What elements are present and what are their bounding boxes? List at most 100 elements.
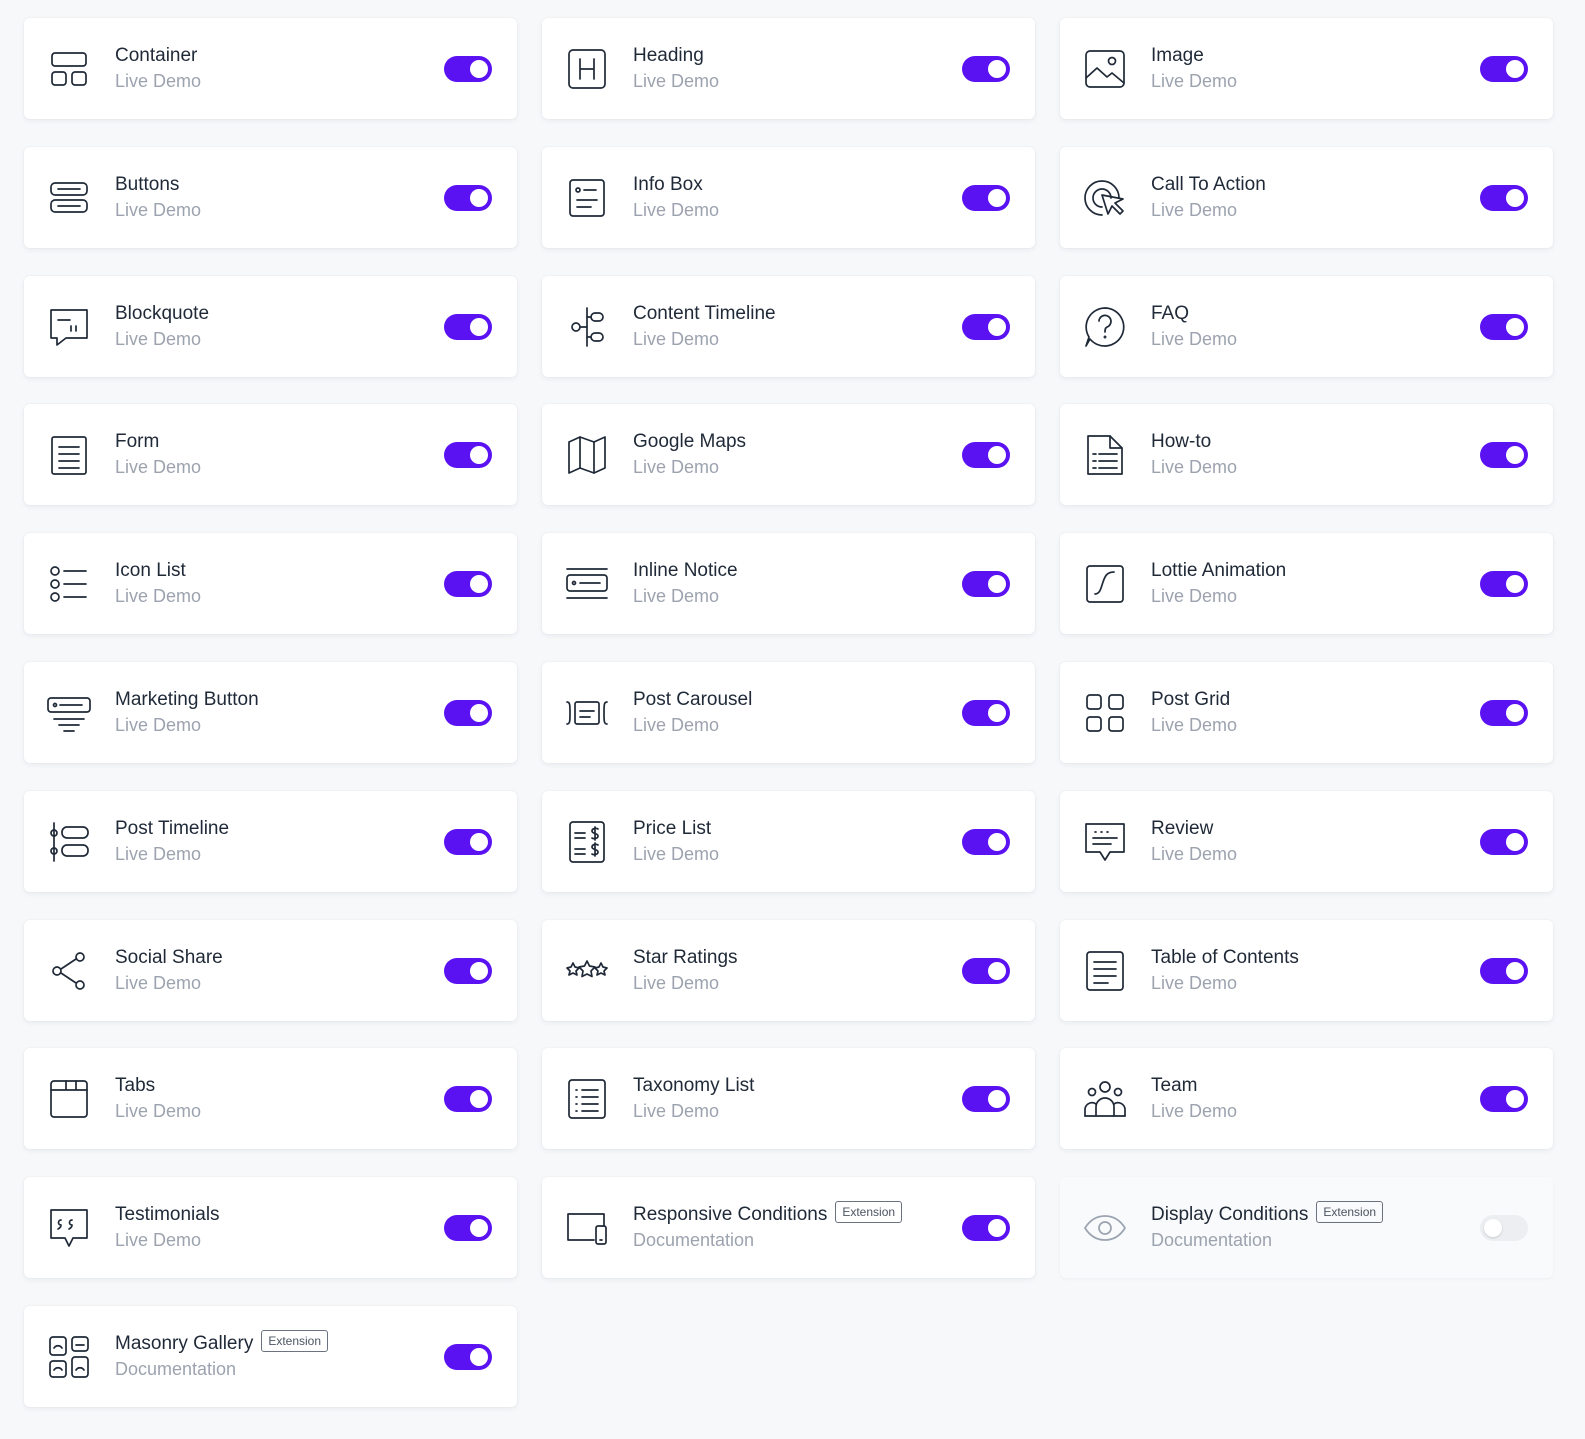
enable-toggle-form[interactable]	[444, 442, 492, 468]
enable-toggle-price-list[interactable]	[962, 829, 1010, 855]
enable-toggle-taxonomy-list[interactable]	[962, 1086, 1010, 1112]
enable-toggle-content-timeline[interactable]	[962, 314, 1010, 340]
widget-card-call-to-action: Call To Action Live Demo	[1060, 147, 1553, 248]
enable-toggle-container[interactable]	[444, 56, 492, 82]
live-demo-link[interactable]: Live Demo	[633, 844, 719, 865]
toggle-knob	[1484, 1219, 1502, 1237]
widget-title: Post Grid	[1151, 689, 1231, 710]
enable-toggle-heading[interactable]	[962, 56, 1010, 82]
enable-toggle-google-maps[interactable]	[962, 442, 1010, 468]
enable-toggle-faq[interactable]	[1480, 314, 1528, 340]
live-demo-link[interactable]: Live Demo	[115, 844, 201, 865]
container-icon	[46, 46, 92, 92]
widget-title-row: Post Timeline	[115, 817, 229, 841]
testimonials-icon	[46, 1205, 92, 1251]
widget-title: Image	[1151, 45, 1204, 66]
enable-toggle-team[interactable]	[1480, 1086, 1528, 1112]
live-demo-link[interactable]: Live Demo	[633, 329, 719, 350]
live-demo-link[interactable]: Live Demo	[633, 715, 719, 736]
live-demo-link[interactable]: Live Demo	[1151, 586, 1237, 607]
widget-title-row: Call To Action	[1151, 173, 1266, 197]
toggle-knob	[988, 446, 1006, 464]
enable-toggle-icon-list[interactable]	[444, 571, 492, 597]
live-demo-link[interactable]: Live Demo	[1151, 1101, 1237, 1122]
widget-title: Social Share	[115, 947, 223, 968]
enable-toggle-call-to-action[interactable]	[1480, 185, 1528, 211]
widget-title: Heading	[633, 45, 704, 66]
enable-toggle-social-share[interactable]	[444, 958, 492, 984]
toggle-knob	[470, 575, 488, 593]
live-demo-link[interactable]: Live Demo	[1151, 329, 1237, 350]
live-demo-link[interactable]: Live Demo	[633, 457, 719, 478]
enable-toggle-buttons[interactable]	[444, 185, 492, 211]
live-demo-link[interactable]: Live Demo	[1151, 457, 1237, 478]
widget-title: Tabs	[115, 1075, 156, 1096]
enable-toggle-review[interactable]	[1480, 829, 1528, 855]
extension-badge: Extension	[1316, 1201, 1384, 1223]
live-demo-link[interactable]: Live Demo	[1151, 973, 1237, 994]
enable-toggle-lottie-animation[interactable]	[1480, 571, 1528, 597]
live-demo-link[interactable]: Live Demo	[1151, 71, 1237, 92]
enable-toggle-star-ratings[interactable]	[962, 958, 1010, 984]
widget-title: Testimonials	[115, 1204, 220, 1225]
enable-toggle-inline-notice[interactable]	[962, 571, 1010, 597]
widget-card-post-carousel: Post Carousel Live Demo	[542, 662, 1035, 763]
widget-card-content-timeline: Content Timeline Live Demo	[542, 276, 1035, 377]
live-demo-link[interactable]: Live Demo	[115, 586, 201, 607]
live-demo-link[interactable]: Live Demo	[633, 586, 719, 607]
documentation-link[interactable]: Documentation	[115, 1359, 236, 1380]
toggle-knob	[988, 575, 1006, 593]
widget-title: Container	[115, 45, 198, 66]
toggle-knob	[1506, 189, 1524, 207]
widget-title-row: Review	[1151, 817, 1213, 841]
live-demo-link[interactable]: Live Demo	[115, 1101, 201, 1122]
toggle-knob	[988, 318, 1006, 336]
enable-toggle-image[interactable]	[1480, 56, 1528, 82]
live-demo-link[interactable]: Live Demo	[115, 715, 201, 736]
widget-card-info-box: Info Box Live Demo	[542, 147, 1035, 248]
live-demo-link[interactable]: Live Demo	[633, 1101, 719, 1122]
toggle-knob	[470, 1348, 488, 1366]
enable-toggle-post-timeline[interactable]	[444, 829, 492, 855]
widget-title-row: Tabs	[115, 1074, 155, 1098]
enable-toggle-blockquote[interactable]	[444, 314, 492, 340]
widget-card-blockquote: Blockquote Live Demo	[24, 276, 517, 377]
widget-card-lottie-animation: Lottie Animation Live Demo	[1060, 533, 1553, 634]
enable-toggle-testimonials[interactable]	[444, 1215, 492, 1241]
documentation-link[interactable]: Documentation	[633, 1230, 754, 1251]
documentation-link[interactable]: Documentation	[1151, 1230, 1272, 1251]
live-demo-link[interactable]: Live Demo	[1151, 200, 1237, 221]
enable-toggle-masonry-gallery[interactable]	[444, 1344, 492, 1370]
widget-title-row: FAQ	[1151, 302, 1189, 326]
live-demo-link[interactable]: Live Demo	[115, 329, 201, 350]
widget-card-marketing-button: Marketing Button Live Demo	[24, 662, 517, 763]
live-demo-link[interactable]: Live Demo	[115, 457, 201, 478]
widget-title: Lottie Animation	[1151, 560, 1287, 581]
enable-toggle-display-conditions[interactable]	[1480, 1215, 1528, 1241]
enable-toggle-tabs[interactable]	[444, 1086, 492, 1112]
enable-toggle-responsive-conditions[interactable]	[962, 1215, 1010, 1241]
enable-toggle-info-box[interactable]	[962, 185, 1010, 211]
content-timeline-icon	[564, 304, 610, 350]
live-demo-link[interactable]: Live Demo	[115, 1230, 201, 1251]
live-demo-link[interactable]: Live Demo	[633, 71, 719, 92]
live-demo-link[interactable]: Live Demo	[115, 973, 201, 994]
live-demo-link[interactable]: Live Demo	[633, 973, 719, 994]
live-demo-link[interactable]: Live Demo	[1151, 715, 1237, 736]
enable-toggle-post-grid[interactable]	[1480, 700, 1528, 726]
widget-card-display-conditions: Display Conditions Extension Documentation	[1060, 1177, 1553, 1278]
enable-toggle-how-to[interactable]	[1480, 442, 1528, 468]
live-demo-link[interactable]: Live Demo	[633, 200, 719, 221]
widget-title-row: Image	[1151, 44, 1204, 68]
toggle-knob	[470, 446, 488, 464]
live-demo-link[interactable]: Live Demo	[115, 71, 201, 92]
widget-card-buttons: Buttons Live Demo	[24, 147, 517, 248]
enable-toggle-table-of-contents[interactable]	[1480, 958, 1528, 984]
enable-toggle-marketing-button[interactable]	[444, 700, 492, 726]
toggle-knob	[470, 962, 488, 980]
live-demo-link[interactable]: Live Demo	[1151, 844, 1237, 865]
live-demo-link[interactable]: Live Demo	[115, 200, 201, 221]
widget-card-form: Form Live Demo	[24, 404, 517, 505]
widget-title: Info Box	[633, 174, 703, 195]
enable-toggle-post-carousel[interactable]	[962, 700, 1010, 726]
